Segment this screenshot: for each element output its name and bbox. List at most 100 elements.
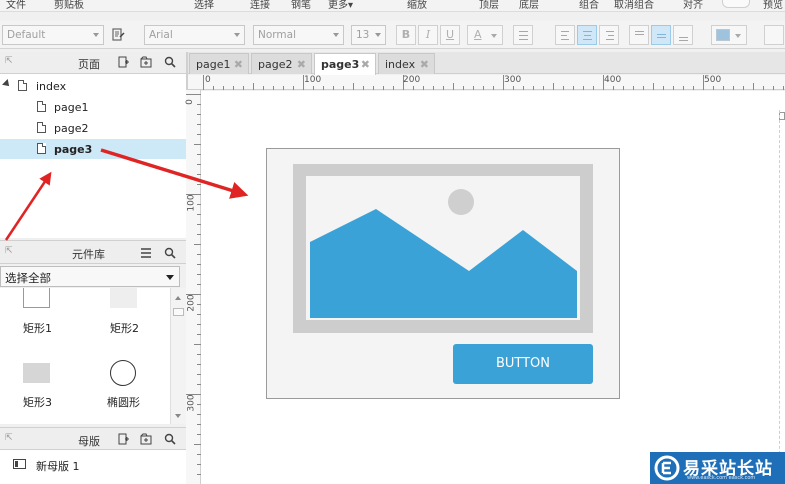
menu-connect[interactable]: 连接	[250, 0, 270, 11]
menu-clipboard[interactable]: 剪贴板	[54, 0, 84, 11]
widget-rectangle3-icon[interactable]	[23, 363, 50, 383]
search-masters-icon[interactable]	[164, 433, 176, 445]
bullet-list-icon[interactable]	[513, 25, 533, 45]
add-page-icon[interactable]	[117, 56, 129, 68]
align-bottom-icon[interactable]	[673, 25, 693, 45]
bold-button[interactable]: B	[396, 25, 416, 45]
font-size-dropdown[interactable]: 13	[351, 25, 386, 45]
page-tree-label: page2	[54, 122, 89, 135]
font-weight-value: Normal	[258, 29, 296, 41]
page-icon	[37, 143, 46, 154]
add-master-icon[interactable]	[117, 433, 129, 445]
menu-front[interactable]: 顶层	[479, 0, 499, 11]
menu-pen[interactable]: 钢笔	[291, 0, 311, 11]
tab-label: page3	[321, 58, 360, 71]
border-button-icon[interactable]	[764, 25, 784, 45]
masters-panel-header: ⇱ 母版	[0, 427, 186, 450]
italic-button[interactable]: I	[418, 25, 438, 45]
fill-color-button[interactable]	[711, 25, 747, 45]
font-family-value: Arial	[149, 29, 173, 41]
widget-ellipse-icon[interactable]	[110, 360, 136, 386]
tab-label: page1	[196, 58, 231, 71]
scroll-down-icon[interactable]	[175, 414, 181, 418]
add-folder-icon[interactable]	[140, 56, 152, 68]
align-top-icon[interactable]	[629, 25, 649, 45]
library-widget-grid: 矩形1 矩形2 矩形3 椭圆形	[0, 288, 170, 424]
font-size-value: 13	[356, 29, 370, 41]
page-tree-item-page3[interactable]: page3	[0, 139, 186, 159]
tab-page1[interactable]: page1 ✖	[189, 53, 249, 74]
chevron-down-icon	[166, 275, 174, 280]
font-weight-dropdown[interactable]: Normal	[253, 25, 344, 45]
font-color-button[interactable]: A	[467, 25, 503, 45]
menu-icon[interactable]	[140, 247, 152, 259]
menu-more[interactable]: 更多▾	[328, 0, 353, 11]
ruler-label: 200	[403, 75, 421, 85]
align-middle-icon[interactable]	[651, 25, 671, 45]
close-icon[interactable]: ✖	[297, 58, 306, 71]
underline-button[interactable]: U	[440, 25, 460, 45]
page-tree-item-index[interactable]: index	[0, 76, 186, 96]
close-icon[interactable]: ✖	[234, 58, 243, 71]
ruler-label: 0	[184, 99, 195, 105]
scrollbar-thumb[interactable]	[173, 308, 184, 316]
close-icon[interactable]: ✖	[420, 58, 429, 71]
menu-back[interactable]: 底层	[519, 0, 539, 11]
library-filter-value: 选择全部	[5, 271, 51, 285]
menu-file[interactable]: 文件	[6, 0, 26, 11]
ruler-label: 300	[186, 394, 197, 412]
preview-toggle[interactable]	[722, 0, 750, 8]
add-master-folder-icon[interactable]	[140, 433, 152, 445]
align-left-icon[interactable]	[555, 25, 575, 45]
expand-arrow-icon[interactable]	[2, 79, 12, 89]
widget-label: 矩形3	[23, 396, 52, 409]
watermark-logo: 易采站长站 www.easck.com easck.com	[650, 452, 785, 484]
search-pages-icon[interactable]	[164, 56, 176, 68]
collapse-icon[interactable]: ⇱	[5, 246, 13, 256]
canvas-button-widget[interactable]: BUTTON	[453, 344, 593, 384]
library-filter-select[interactable]: 选择全部	[0, 266, 180, 287]
pages-panel-header: ⇱ 页面	[0, 52, 186, 74]
widget-rectangle2-icon[interactable]	[110, 288, 137, 308]
menu-zoom[interactable]: 缩放	[407, 0, 427, 11]
masters-list: 新母版 1	[0, 450, 186, 484]
widget-label: 椭圆形	[107, 396, 140, 409]
widget-rectangle1-icon[interactable]	[23, 288, 50, 308]
tab-page3[interactable]: page3 ✖	[314, 53, 376, 75]
page-icon	[37, 101, 46, 112]
ruler-label: 300	[504, 75, 522, 85]
ruler-label: 100	[304, 75, 322, 85]
ruler-label: 200	[186, 294, 197, 312]
collapse-icon[interactable]: ⇱	[5, 433, 13, 443]
menu-select[interactable]: 选择	[194, 0, 214, 11]
close-icon[interactable]: ✖	[361, 58, 370, 71]
menu-preview[interactable]: 预览	[763, 0, 783, 11]
page-boundary-guide	[779, 110, 780, 484]
tab-page2[interactable]: page2 ✖	[251, 53, 312, 74]
ruler-label: 100	[186, 194, 197, 212]
format-painter-icon[interactable]	[111, 28, 125, 42]
widget-label: 矩形2	[110, 322, 139, 335]
align-right-icon[interactable]	[599, 25, 619, 45]
search-library-icon[interactable]	[164, 247, 176, 259]
library-scrollbar[interactable]	[170, 288, 186, 424]
menu-group[interactable]: 组合	[579, 0, 599, 11]
style-value: Default	[7, 29, 46, 41]
page-tree-item-page1[interactable]: page1	[0, 97, 186, 117]
page-tree-item-page2[interactable]: page2	[0, 118, 186, 138]
menu-ungroup[interactable]: 取消组合	[614, 0, 654, 11]
collapse-icon[interactable]: ⇱	[5, 56, 13, 66]
ruler-ticks	[186, 94, 201, 475]
master-item[interactable]: 新母版 1	[0, 454, 186, 474]
pages-tree: index page1 page2 page3	[0, 74, 186, 238]
align-center-icon[interactable]	[577, 25, 597, 45]
master-icon-detail	[15, 461, 18, 467]
watermark-url: www.easck.com easck.com	[687, 475, 756, 481]
menu-align[interactable]: 对齐	[683, 0, 703, 11]
tab-label: index	[385, 58, 416, 71]
style-dropdown[interactable]: Default	[2, 25, 104, 45]
page-icon	[37, 122, 46, 133]
tab-index[interactable]: index ✖	[378, 53, 435, 74]
scroll-up-icon[interactable]	[175, 296, 181, 300]
font-family-dropdown[interactable]: Arial	[144, 25, 245, 45]
